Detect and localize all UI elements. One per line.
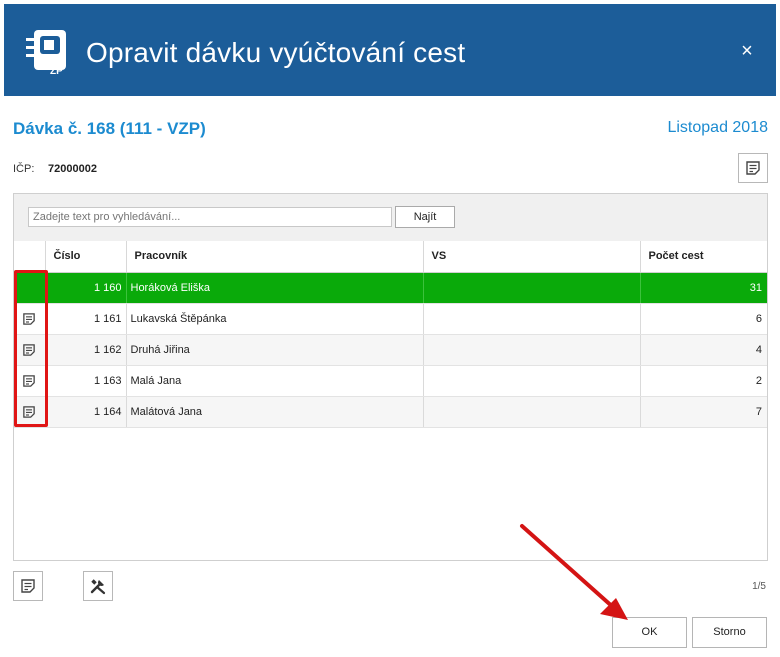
column-header-number[interactable]: Číslo [45,241,127,273]
grid-panel: Najít Číslo Pracovník VS Počet cest 1 16… [13,193,768,561]
table-header-row: Číslo Pracovník VS Počet cest [14,241,767,273]
row-worker: Malátová Jana [126,396,424,428]
logo-text: ZP [50,66,63,76]
row-count: 6 [640,303,767,335]
search-bar: Najít [14,194,767,241]
row-worker: Druhá Jiřina [126,334,424,366]
dialog-header: ZP Opravit dávku vyúčtování cest × [4,4,776,96]
detail-button[interactable] [13,571,43,601]
row-number: 1 161 [45,303,127,335]
annotation-arrow-icon [520,524,628,620]
row-worker: Malá Jana [126,365,424,397]
column-header-vs[interactable]: VS [423,241,641,273]
page-indicator: 1/5 [752,581,766,592]
row-count: 7 [640,396,767,428]
row-vs [423,365,641,397]
batch-detail-button[interactable] [738,153,768,183]
row-vs [423,272,641,304]
row-vs [423,303,641,335]
column-header-count[interactable]: Počet cest [640,241,767,273]
table-row[interactable]: 1 164 Malátová Jana 7 [14,396,767,428]
row-worker: Lukavská Štěpánka [126,303,424,335]
row-number: 1 162 [45,334,127,366]
table-body: 1 160 Horáková Eliška 31 1 161 Lukavská … [14,272,767,428]
icp-value: 72000002 [48,163,97,175]
table-row[interactable]: 1 160 Horáková Eliška 31 [14,272,767,304]
row-number: 1 164 [45,396,127,428]
document-icon [21,579,35,593]
row-vs [423,396,641,428]
row-count: 31 [640,272,767,304]
highlight-box [14,270,48,427]
table-row[interactable]: 1 162 Druhá Jiřina 4 [14,334,767,366]
period-label: Listopad 2018 [667,119,768,136]
table-row[interactable]: 1 161 Lukavská Štěpánka 6 [14,303,767,335]
icp-label: IČP: [13,163,35,175]
row-number: 1 160 [45,272,127,304]
column-header-icon [14,241,46,273]
close-button[interactable]: × [736,40,758,62]
tools-button[interactable] [83,571,113,601]
tools-icon [90,579,106,595]
records-table: Číslo Pracovník VS Počet cest 1 160 Horá… [14,241,767,428]
document-icon [746,161,760,175]
row-count: 2 [640,365,767,397]
row-vs [423,334,641,366]
row-worker: Horáková Eliška [126,272,424,304]
row-number: 1 163 [45,365,127,397]
dialog-title: Opravit dávku vyúčtování cest [86,37,466,68]
column-header-worker[interactable]: Pracovník [126,241,424,273]
table-row[interactable]: 1 163 Malá Jana 2 [14,365,767,397]
cancel-button[interactable]: Storno [692,617,767,648]
search-input[interactable] [28,207,392,227]
app-logo-icon: ZP [26,30,66,76]
search-button[interactable]: Najít [395,206,455,228]
row-count: 4 [640,334,767,366]
batch-title: Dávka č. 168 (111 - VZP) [13,119,206,138]
